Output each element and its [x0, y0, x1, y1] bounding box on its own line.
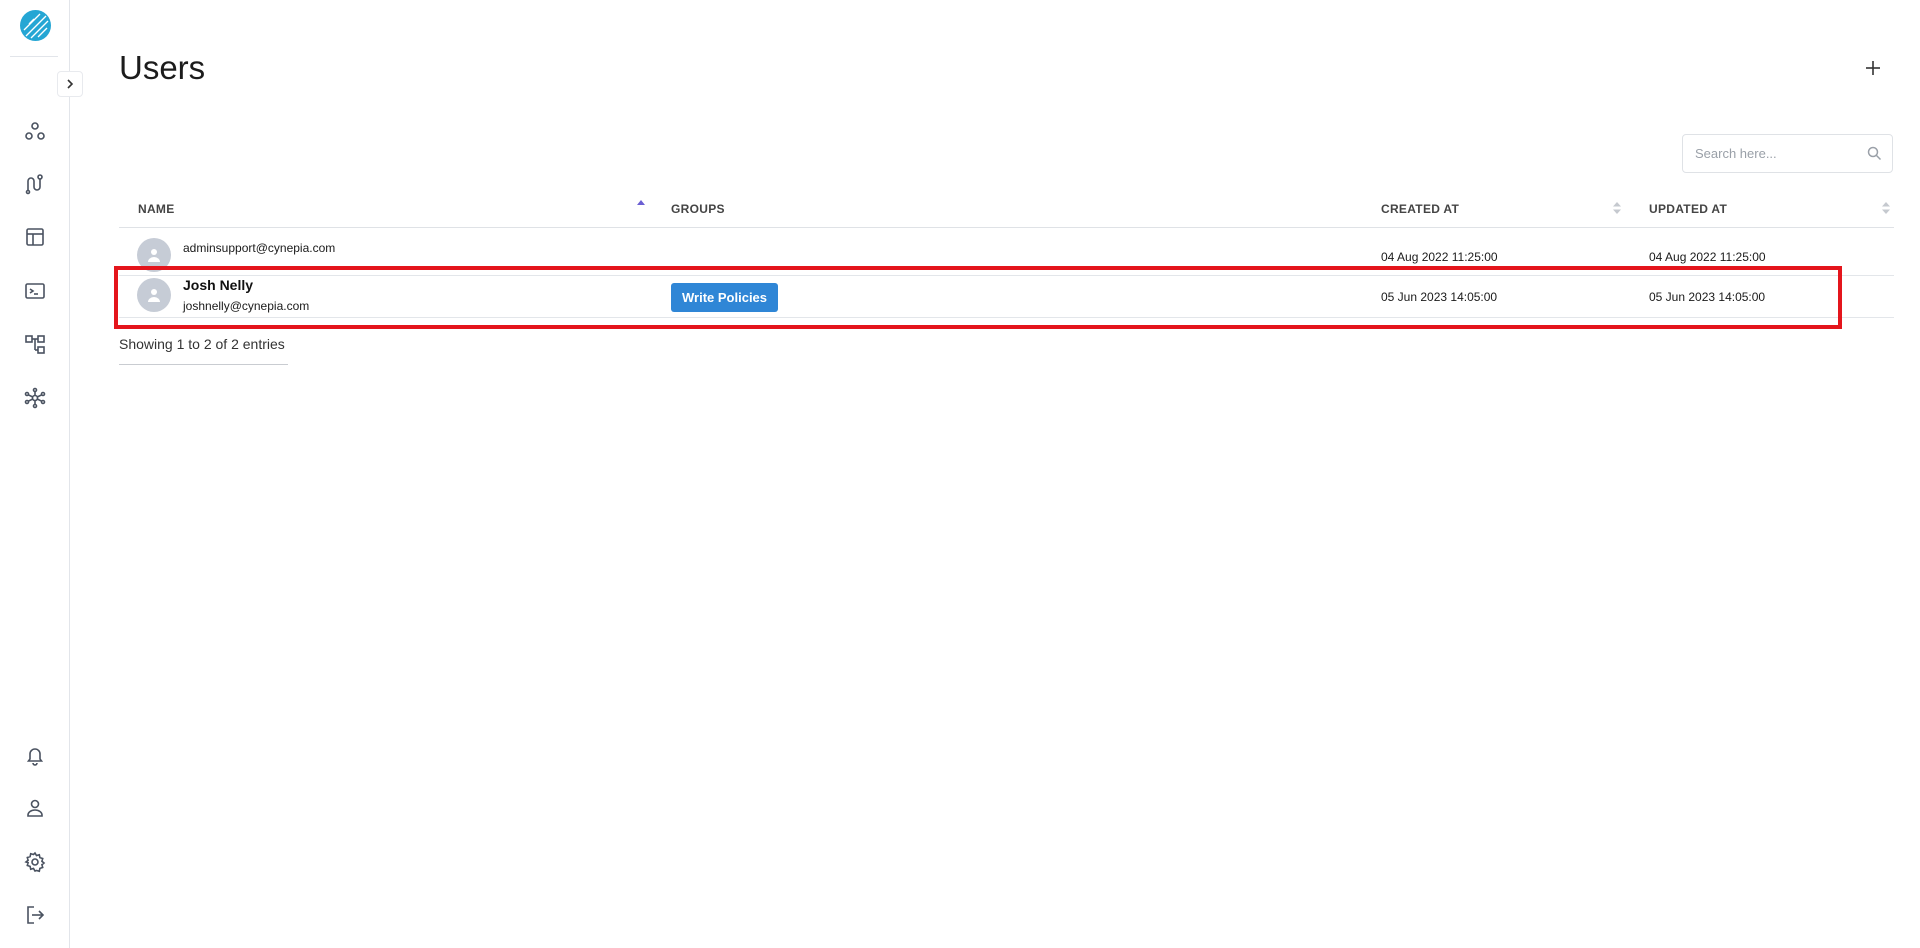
- search-input[interactable]: [1695, 146, 1855, 161]
- created-at: 04 Aug 2022 11:25:00: [1381, 250, 1498, 264]
- avatar: [137, 238, 171, 272]
- entries-count: Showing 1 to 2 of 2 entries: [119, 336, 285, 352]
- bell-icon[interactable]: [22, 742, 48, 768]
- updated-at: 05 Jun 2023 14:05:00: [1649, 290, 1766, 304]
- user-avatar-icon: [148, 289, 160, 302]
- hierarchy-icon[interactable]: [22, 331, 48, 357]
- sidebar-expand-button[interactable]: [57, 71, 83, 97]
- created-at: 05 Jun 2023 14:05:00: [1381, 290, 1498, 304]
- user-icon[interactable]: [22, 795, 48, 821]
- avatar: [137, 278, 171, 312]
- plus-icon: [1866, 61, 1880, 75]
- table-row[interactable]: adminsupport@cynepia.com 04 Aug 2022 11:…: [119, 228, 1894, 276]
- add-user-button[interactable]: [1859, 54, 1887, 82]
- users-table: NAME GROUPS CREATED AT UPDATED AT admins…: [119, 190, 1894, 318]
- sort-icon[interactable]: [1881, 201, 1891, 215]
- search-box: [1682, 134, 1893, 173]
- user-email: adminsupport@cynepia.com: [183, 241, 336, 255]
- sidebar: [0, 0, 70, 948]
- chevron-right-icon: [67, 79, 74, 89]
- column-header-updated-at[interactable]: UPDATED AT: [1649, 202, 1727, 216]
- sort-asc-icon[interactable]: [636, 199, 646, 211]
- user-email: joshnelly@cynepia.com: [183, 299, 310, 313]
- pipeline-icon[interactable]: [22, 171, 48, 197]
- app-logo[interactable]: [20, 10, 51, 41]
- gear-icon[interactable]: [22, 849, 48, 875]
- nodes-icon[interactable]: [22, 118, 48, 144]
- column-header-name[interactable]: NAME: [138, 202, 175, 216]
- footer-divider: [119, 364, 288, 365]
- page-title: Users: [119, 49, 206, 86]
- group-badge[interactable]: Write Policies: [671, 283, 779, 312]
- logo-divider: [10, 56, 58, 57]
- table-header: NAME GROUPS CREATED AT UPDATED AT: [119, 190, 1894, 228]
- column-header-created-at[interactable]: CREATED AT: [1381, 202, 1459, 216]
- logout-icon[interactable]: [22, 902, 48, 928]
- updated-at: 04 Aug 2022 11:25:00: [1649, 250, 1766, 264]
- network-icon[interactable]: [22, 385, 48, 411]
- user-avatar-icon: [148, 249, 160, 262]
- user-name: Josh Nelly: [183, 277, 254, 293]
- search-icon[interactable]: [1867, 146, 1882, 161]
- column-header-groups: GROUPS: [671, 202, 725, 216]
- main-content: Users NAME GROUPS CREATED AT UPDATED AT …: [119, 0, 1920, 948]
- table-row[interactable]: Josh Nelly joshnelly@cynepia.com Write P…: [119, 276, 1894, 318]
- table-icon[interactable]: [22, 224, 48, 250]
- terminal-icon[interactable]: [22, 278, 48, 304]
- sort-icon[interactable]: [1612, 201, 1622, 215]
